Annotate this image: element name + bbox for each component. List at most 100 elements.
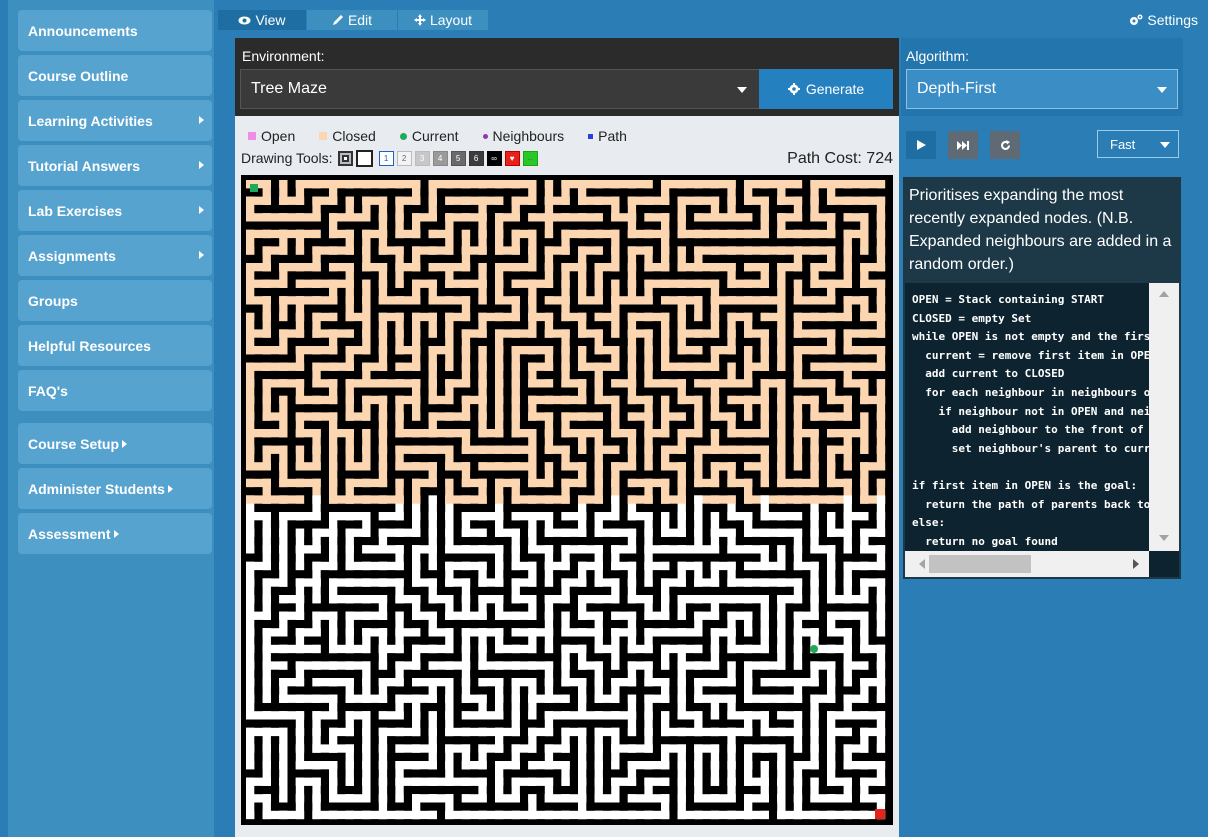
maze-passage — [445, 196, 471, 205]
maze-passage — [727, 661, 736, 687]
weight-label: 1 — [383, 153, 389, 163]
maze-passage — [528, 379, 554, 388]
scroll-thumb[interactable] — [929, 555, 1031, 573]
wall-square-icon — [341, 154, 349, 162]
legend-label: Open — [261, 128, 296, 144]
nav-tutorial-answers[interactable]: Tutorial Answers — [18, 145, 212, 186]
gears-icon — [1130, 14, 1143, 25]
maze-passage — [461, 528, 487, 537]
chevron-down-icon — [1157, 87, 1167, 93]
maze-passage — [428, 263, 454, 272]
nav-label: Course Setup — [28, 435, 120, 452]
maze-passage — [860, 180, 886, 189]
weight-label: 4 — [437, 153, 443, 163]
caret-right-icon — [122, 439, 128, 448]
maze-passage — [378, 644, 388, 670]
environment-header: Environment: Tree Maze Generate — [235, 38, 899, 116]
maze-passage — [644, 561, 670, 571]
vertical-scrollbar[interactable] — [1149, 283, 1179, 555]
weight-5-button[interactable]: 5 — [450, 150, 466, 166]
weight-3-button[interactable]: 3 — [414, 150, 430, 166]
goal-heart-icon[interactable]: ♥ — [504, 150, 520, 166]
step-button[interactable] — [948, 131, 978, 159]
nav-learning-activities[interactable]: Learning Activities — [18, 100, 212, 141]
maze-passage — [246, 229, 255, 255]
nav-course-setup[interactable]: Course Setup — [18, 423, 212, 464]
nav-helpful-resources[interactable]: Helpful Resources — [18, 325, 212, 366]
legend-neighbours: Neighbours — [482, 127, 564, 145]
maze-passage — [793, 445, 803, 471]
nav-course-outline[interactable]: Course Outline — [18, 55, 212, 96]
maze-passage — [412, 810, 437, 820]
nav-label: FAQ's — [28, 382, 68, 399]
tab-edit[interactable]: Edit — [307, 10, 397, 30]
nav-administer-students[interactable]: Administer Students — [18, 468, 212, 509]
weight-6-button[interactable]: 6 — [468, 150, 484, 166]
wall-tool-button[interactable] — [337, 150, 353, 166]
maze-passage — [295, 445, 305, 471]
maze-passage — [827, 512, 836, 537]
maze-passage — [777, 346, 786, 371]
maze-passage — [694, 296, 703, 322]
maze-passage — [661, 412, 686, 421]
current-dot-icon — [399, 132, 407, 140]
maze-passage — [445, 478, 454, 504]
pseudocode-panel[interactable]: OPEN = Stack containing START CLOSED = e… — [903, 281, 1181, 579]
open-swatch-icon — [248, 132, 256, 140]
environment-panel: Environment: Tree Maze Generate Open Clo… — [235, 38, 899, 837]
infinity-icon[interactable]: ∞ — [486, 150, 502, 166]
settings-button[interactable]: Settings — [1129, 10, 1198, 30]
maze-passage — [428, 495, 437, 521]
maze-passage — [528, 213, 554, 222]
maze-passage — [710, 761, 720, 786]
generate-button[interactable]: Generate — [759, 69, 893, 109]
nav-lab-exercises[interactable]: Lab Exercises — [18, 190, 212, 231]
weight-label: 6 — [473, 153, 479, 163]
maze-passage — [876, 678, 886, 703]
current-node-marker — [810, 645, 818, 653]
maze-passage — [329, 263, 354, 272]
nav-assessment[interactable]: Assessment — [18, 513, 212, 554]
neighbours-dot-icon — [482, 133, 488, 139]
start-tool-icon[interactable]: ↔ — [522, 150, 538, 166]
maze-passage — [528, 761, 554, 770]
tab-layout[interactable]: Layout — [398, 10, 488, 30]
maze-passage — [478, 263, 487, 288]
maze-passage — [843, 445, 852, 471]
nav-groups[interactable]: Groups — [18, 280, 212, 321]
nav-assignments[interactable]: Assignments — [18, 235, 212, 276]
maze-passage — [876, 379, 886, 405]
play-button[interactable] — [906, 131, 936, 159]
maze-passage — [710, 512, 720, 537]
environment-select[interactable]: Tree Maze — [240, 69, 760, 109]
maze-passage — [246, 744, 255, 770]
reset-button[interactable] — [990, 131, 1020, 159]
speed-select[interactable]: Fast — [1097, 130, 1179, 158]
weight-2-button[interactable]: 2 — [396, 150, 412, 166]
maze-passage — [511, 279, 537, 288]
maze-passage — [578, 346, 587, 371]
maze-passage — [810, 777, 819, 803]
nav-label: Course Outline — [28, 67, 129, 84]
algorithm-select[interactable]: Depth-First — [906, 69, 1178, 109]
maze-passage — [246, 528, 255, 554]
nav-faqs[interactable]: FAQ's — [18, 370, 212, 411]
maze-passage — [295, 545, 305, 571]
maze-passage — [544, 462, 554, 488]
maze-grid[interactable] — [241, 175, 893, 825]
caret-right-icon — [113, 529, 119, 538]
environment-value: Tree Maze — [251, 80, 327, 97]
nav-announcements[interactable]: Announcements — [18, 10, 212, 51]
floor-tool-button[interactable] — [355, 149, 373, 167]
horizontal-scrollbar[interactable] — [905, 551, 1151, 577]
maze-passage — [611, 279, 620, 305]
maze-passage — [810, 362, 836, 371]
maze-passage — [395, 628, 421, 637]
weight-1-button[interactable]: 1 — [378, 150, 394, 166]
maze-passage — [378, 711, 404, 720]
weight-4-button[interactable]: 4 — [432, 150, 448, 166]
tab-view[interactable]: View — [218, 10, 306, 30]
maze-passage — [478, 196, 504, 205]
legend-label: Path — [598, 128, 627, 144]
maze-passage — [362, 545, 388, 554]
